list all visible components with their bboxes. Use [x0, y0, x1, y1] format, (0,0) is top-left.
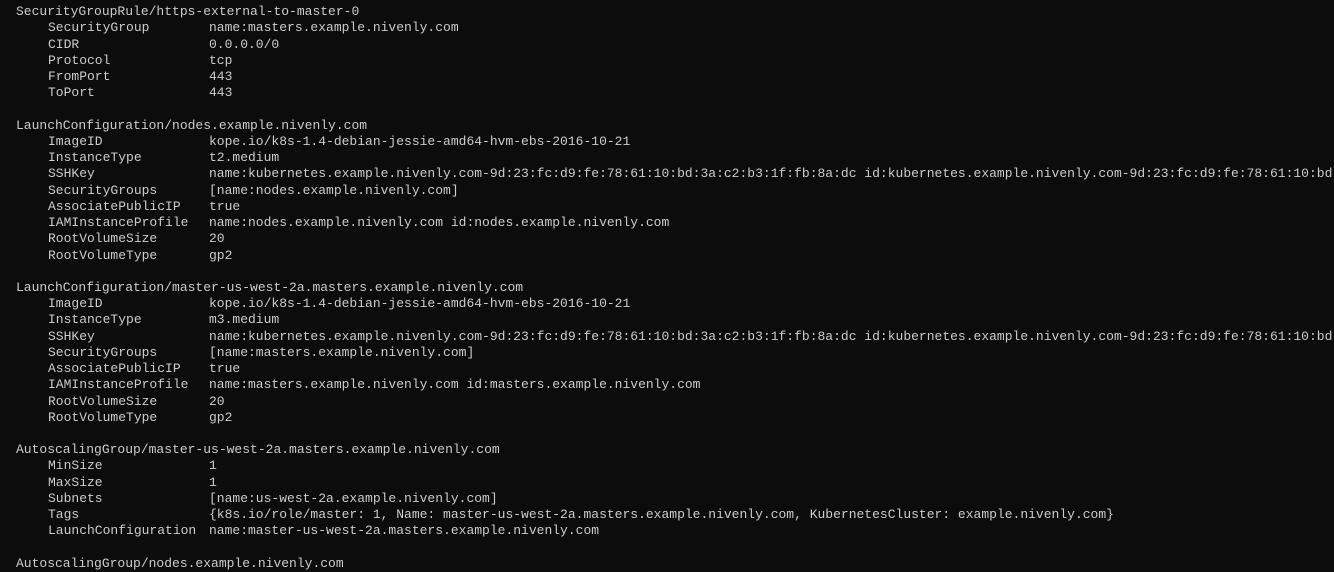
resource-header: LaunchConfiguration/master-us-west-2a.ma…: [0, 280, 1334, 296]
property-value: {k8s.io/role/master: 1, Name: master-us-…: [209, 507, 1334, 523]
property-row: AssociatePublicIPtrue: [0, 199, 1334, 215]
property-value: [name:us-west-2a.example.nivenly.com]: [209, 491, 1334, 507]
property-row: RootVolumeTypegp2: [0, 248, 1334, 264]
resource-header: LaunchConfiguration/nodes.example.nivenl…: [0, 118, 1334, 134]
property-value: name:kubernetes.example.nivenly.com-9d:2…: [209, 329, 1334, 345]
property-row: SSHKeyname:kubernetes.example.nivenly.co…: [0, 329, 1334, 345]
property-row: InstanceTypet2.medium: [0, 150, 1334, 166]
property-value: [name:nodes.example.nivenly.com]: [209, 183, 1334, 199]
property-value: 1: [209, 475, 1334, 491]
resource-section: LaunchConfiguration/master-us-west-2a.ma…: [0, 280, 1334, 426]
property-key: AssociatePublicIP: [48, 361, 209, 377]
property-key: Tags: [48, 507, 209, 523]
property-key: SecurityGroups: [48, 345, 209, 361]
property-value: gp2: [209, 410, 1334, 426]
property-key: SSHKey: [48, 329, 209, 345]
property-row: IAMInstanceProfilename:nodes.example.niv…: [0, 215, 1334, 231]
property-value: kope.io/k8s-1.4-debian-jessie-amd64-hvm-…: [209, 134, 1334, 150]
property-row: SecurityGroups[name:masters.example.nive…: [0, 345, 1334, 361]
property-value: t2.medium: [209, 150, 1334, 166]
property-value: 20: [209, 231, 1334, 247]
property-row: Subnets[name:us-west-2a.example.nivenly.…: [0, 491, 1334, 507]
property-value: kope.io/k8s-1.4-debian-jessie-amd64-hvm-…: [209, 296, 1334, 312]
property-row: Protocoltcp: [0, 53, 1334, 69]
property-key: RootVolumeSize: [48, 394, 209, 410]
property-row: LaunchConfigurationname:master-us-west-2…: [0, 523, 1334, 539]
property-key: SecurityGroups: [48, 183, 209, 199]
property-row: MaxSize1: [0, 475, 1334, 491]
property-key: SSHKey: [48, 166, 209, 182]
resource-header-partial: AutoscalingGroup/nodes.example.nivenly.c…: [0, 556, 1334, 572]
property-key: LaunchConfiguration: [48, 523, 209, 539]
property-row: MinSize1: [0, 458, 1334, 474]
property-key: Subnets: [48, 491, 209, 507]
property-value: name:master-us-west-2a.masters.example.n…: [209, 523, 1334, 539]
property-key: Protocol: [48, 53, 209, 69]
resource-section: LaunchConfiguration/nodes.example.nivenl…: [0, 118, 1334, 264]
property-row: Tags{k8s.io/role/master: 1, Name: master…: [0, 507, 1334, 523]
property-row: InstanceTypem3.medium: [0, 312, 1334, 328]
property-key: IAMInstanceProfile: [48, 215, 209, 231]
resource-header: SecurityGroupRule/https-external-to-mast…: [0, 4, 1334, 20]
property-row: ToPort443: [0, 85, 1334, 101]
property-value: [name:masters.example.nivenly.com]: [209, 345, 1334, 361]
property-key: ImageID: [48, 134, 209, 150]
property-key: ImageID: [48, 296, 209, 312]
property-row: FromPort443: [0, 69, 1334, 85]
property-row: SecurityGroupname:masters.example.nivenl…: [0, 20, 1334, 36]
property-row: RootVolumeSize20: [0, 394, 1334, 410]
property-key: IAMInstanceProfile: [48, 377, 209, 393]
property-key: InstanceType: [48, 312, 209, 328]
property-row: RootVolumeSize20: [0, 231, 1334, 247]
property-value: m3.medium: [209, 312, 1334, 328]
resource-section: SecurityGroupRule/https-external-to-mast…: [0, 4, 1334, 102]
property-value: name:kubernetes.example.nivenly.com-9d:2…: [209, 166, 1334, 182]
property-value: true: [209, 199, 1334, 215]
property-value: 20: [209, 394, 1334, 410]
property-key: RootVolumeSize: [48, 231, 209, 247]
property-key: FromPort: [48, 69, 209, 85]
resource-section: AutoscalingGroup/master-us-west-2a.maste…: [0, 442, 1334, 540]
property-row: SSHKeyname:kubernetes.example.nivenly.co…: [0, 166, 1334, 182]
property-key: CIDR: [48, 37, 209, 53]
property-key: RootVolumeType: [48, 248, 209, 264]
property-value: 443: [209, 69, 1334, 85]
property-value: name:nodes.example.nivenly.com id:nodes.…: [209, 215, 1334, 231]
property-value: gp2: [209, 248, 1334, 264]
resource-header: AutoscalingGroup/master-us-west-2a.maste…: [0, 442, 1334, 458]
property-value: 443: [209, 85, 1334, 101]
property-value: name:masters.example.nivenly.com: [209, 20, 1334, 36]
property-key: MinSize: [48, 458, 209, 474]
property-row: ImageIDkope.io/k8s-1.4-debian-jessie-amd…: [0, 134, 1334, 150]
property-row: IAMInstanceProfilename:masters.example.n…: [0, 377, 1334, 393]
terminal-output: SecurityGroupRule/https-external-to-mast…: [0, 4, 1334, 572]
property-row: RootVolumeTypegp2: [0, 410, 1334, 426]
property-row: SecurityGroups[name:nodes.example.nivenl…: [0, 183, 1334, 199]
property-key: SecurityGroup: [48, 20, 209, 36]
property-value: 0.0.0.0/0: [209, 37, 1334, 53]
property-value: true: [209, 361, 1334, 377]
property-row: CIDR0.0.0.0/0: [0, 37, 1334, 53]
property-key: AssociatePublicIP: [48, 199, 209, 215]
property-key: ToPort: [48, 85, 209, 101]
property-value: name:masters.example.nivenly.com id:mast…: [209, 377, 1334, 393]
property-value: 1: [209, 458, 1334, 474]
property-key: InstanceType: [48, 150, 209, 166]
property-key: MaxSize: [48, 475, 209, 491]
property-row: ImageIDkope.io/k8s-1.4-debian-jessie-amd…: [0, 296, 1334, 312]
property-value: tcp: [209, 53, 1334, 69]
property-row: AssociatePublicIPtrue: [0, 361, 1334, 377]
property-key: RootVolumeType: [48, 410, 209, 426]
